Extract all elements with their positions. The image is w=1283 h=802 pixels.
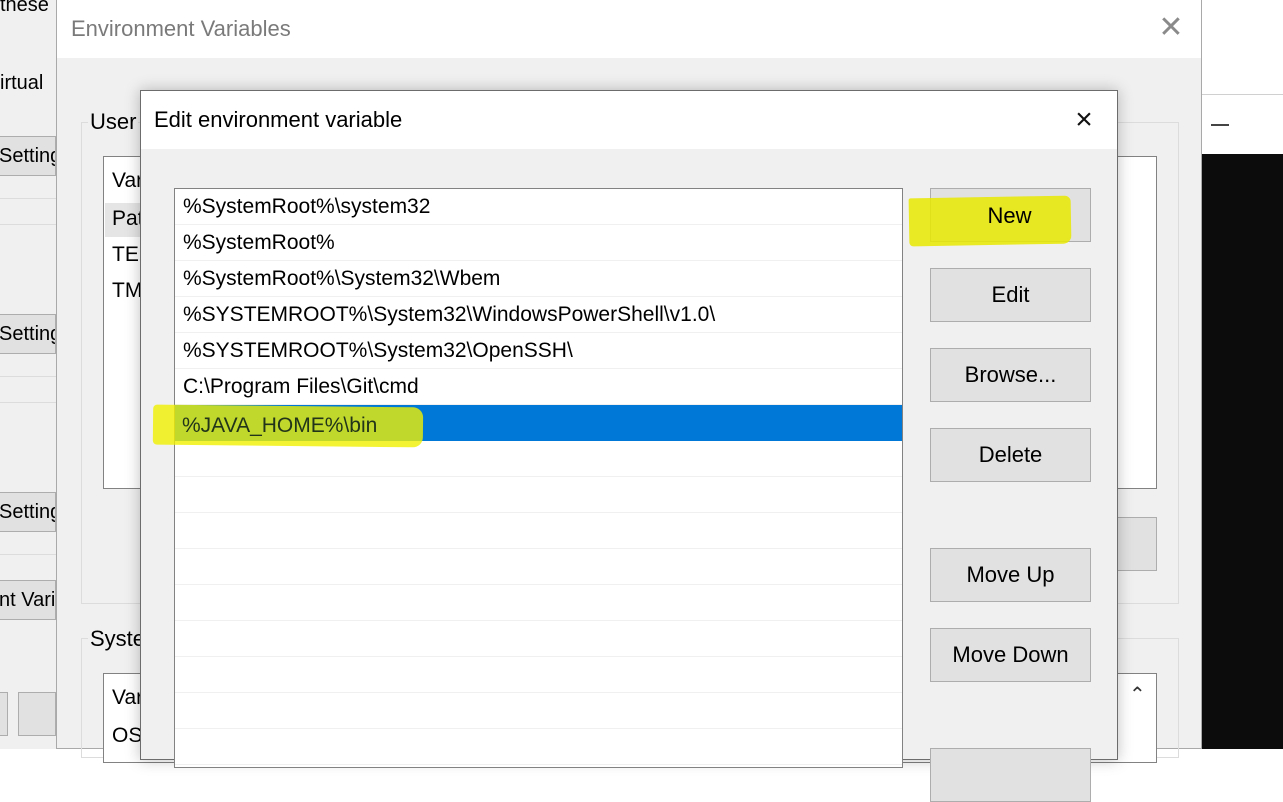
background-button[interactable]: [18, 692, 56, 736]
ok-button[interactable]: [930, 748, 1091, 802]
edit-button[interactable]: Edit: [930, 268, 1091, 322]
path-item[interactable]: %SystemRoot%\system32: [175, 189, 902, 225]
list-item[interactable]: TM: [112, 279, 142, 303]
path-item[interactable]: %SYSTEMROOT%\System32\WindowsPowerShell\…: [175, 297, 902, 333]
title-bar: Edit environment variable ×: [141, 91, 1117, 149]
divider: [0, 224, 56, 225]
scroll-up-icon[interactable]: ⌃: [1129, 682, 1146, 707]
move-up-button[interactable]: Move Up: [930, 548, 1091, 602]
close-icon[interactable]: ✕: [1155, 10, 1187, 46]
title-bar: Environment Variables ✕: [57, 0, 1201, 58]
path-item[interactable]: %SYSTEMROOT%\System32\OpenSSH\: [175, 333, 902, 369]
column-header[interactable]: Var: [112, 686, 143, 710]
settings-button[interactable]: Setting: [0, 492, 56, 532]
empty-row[interactable]: [175, 477, 902, 513]
list-item[interactable]: OS: [112, 724, 142, 748]
path-item[interactable]: %SystemRoot%\System32\Wbem: [175, 261, 902, 297]
path-list[interactable]: %SystemRoot%\system32 %SystemRoot% %Syst…: [174, 188, 903, 768]
empty-row[interactable]: [175, 621, 902, 657]
divider: [0, 554, 56, 555]
empty-row[interactable]: [175, 657, 902, 693]
column-header[interactable]: Var: [112, 169, 143, 193]
divider: [0, 376, 56, 377]
browse-button[interactable]: Browse...: [930, 348, 1091, 402]
delete-button[interactable]: Delete: [930, 428, 1091, 482]
empty-row[interactable]: [175, 729, 902, 765]
empty-row[interactable]: [175, 693, 902, 729]
settings-button[interactable]: Setting: [0, 314, 56, 354]
minimize-icon[interactable]: [1211, 124, 1229, 126]
system-variables-label: Syste: [88, 626, 148, 652]
settings-button[interactable]: Setting: [0, 136, 56, 176]
close-icon[interactable]: ×: [1067, 102, 1101, 138]
divider: [0, 402, 56, 403]
list-item[interactable]: Pat: [112, 207, 144, 231]
background-text: irtual: [0, 72, 44, 94]
dialog-title: Edit environment variable: [154, 107, 403, 132]
move-down-button[interactable]: Move Down: [930, 628, 1091, 682]
path-item[interactable]: %SystemRoot%: [175, 225, 902, 261]
divider: [0, 198, 56, 199]
empty-row[interactable]: [175, 585, 902, 621]
user-variables-label: User: [88, 109, 139, 135]
terminal-window: [1202, 154, 1283, 749]
empty-row[interactable]: [175, 549, 902, 585]
background-text: these: [0, 0, 49, 16]
empty-row[interactable]: [175, 513, 902, 549]
environment-variables-button[interactable]: nt Vari: [0, 580, 56, 620]
java-home-path-label[interactable]: %JAVA_HOME%\bin: [182, 408, 377, 444]
path-item[interactable]: C:\Program Files\Git\cmd: [175, 369, 902, 405]
background-window: [0, 0, 56, 749]
new-button-label[interactable]: New: [929, 188, 1090, 242]
background-button[interactable]: [0, 692, 8, 736]
dialog-title: Environment Variables: [71, 16, 291, 41]
empty-row[interactable]: [175, 441, 902, 477]
